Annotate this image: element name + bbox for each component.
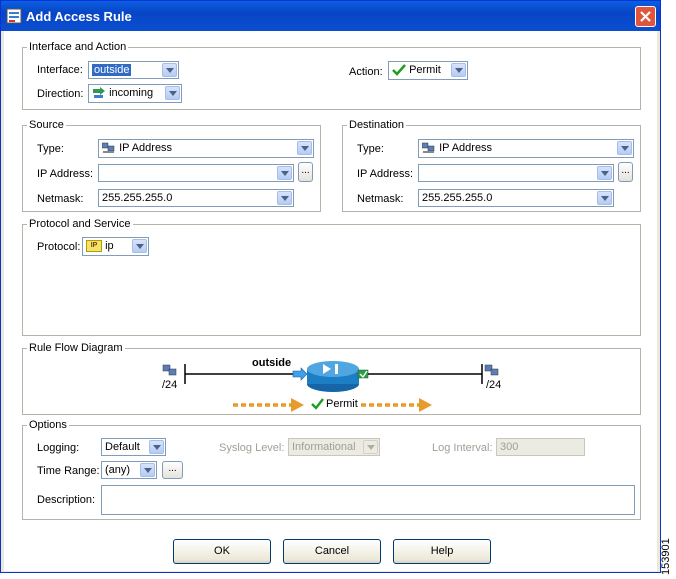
syslog-level-label: Syslog Level:: [219, 442, 285, 454]
chevron-down-icon[interactable]: [597, 191, 612, 205]
incoming-arrow-icon: [93, 87, 105, 99]
action-select[interactable]: Permit: [388, 61, 468, 80]
interface-value: outside: [92, 64, 132, 76]
source-ip-label: IP Address:: [37, 168, 94, 180]
destination-ip-select[interactable]: [418, 164, 614, 182]
action-label: Action:: [349, 66, 383, 78]
network-host-icon: [422, 142, 435, 154]
logging-value: Default: [105, 441, 140, 453]
permit-check-icon: [311, 398, 324, 410]
logging-label: Logging:: [37, 442, 80, 454]
flow-action-label: Permit: [326, 398, 358, 410]
time-range-browse-button[interactable]: ...: [162, 461, 183, 479]
source-ip-browse-button[interactable]: ...: [298, 162, 313, 182]
ip-protocol-icon: IP: [86, 240, 102, 253]
source-type-value: IP Address: [119, 142, 173, 154]
left-flow-arrowhead: [291, 398, 304, 412]
chevron-down-icon[interactable]: [297, 141, 312, 155]
chevron-down-icon[interactable]: [617, 141, 632, 155]
dialog-title: Add Access Rule: [26, 9, 132, 24]
destination-type-label: Type:: [357, 143, 384, 155]
syslog-level-value: Informational: [292, 441, 356, 453]
source-ip-select[interactable]: [98, 164, 294, 182]
right-network-icon: [484, 364, 499, 376]
description-label: Description:: [37, 494, 96, 506]
interface-action-group: Interface and Action Interface: outside …: [22, 41, 641, 110]
chevron-down-icon[interactable]: [162, 63, 177, 77]
chevron-down-icon[interactable]: [363, 440, 378, 454]
interface-name-label: outside: [252, 357, 292, 369]
chevron-down-icon[interactable]: [277, 191, 292, 205]
protocol-value: ip: [105, 240, 114, 252]
direction-label: Direction:: [37, 88, 84, 100]
chevron-down-icon[interactable]: [165, 86, 180, 100]
rule-icon: [6, 8, 22, 24]
dialog-body: Interface and Action Interface: outside …: [4, 31, 657, 571]
add-access-rule-dialog: Add Access Rule Interface and Action Int…: [0, 0, 661, 573]
source-type-label: Type:: [37, 143, 64, 155]
interface-arrow-icon: [292, 367, 308, 381]
chevron-down-icon[interactable]: [451, 63, 466, 77]
destination-ip-label: IP Address:: [357, 168, 414, 180]
log-interval-label: Log Interval:: [432, 442, 493, 454]
left-network-icon: [162, 364, 177, 376]
chevron-down-icon[interactable]: [132, 239, 147, 253]
close-icon: [640, 11, 651, 22]
check-icon: [392, 64, 406, 76]
options-legend: Options: [27, 419, 69, 431]
interface-action-legend: Interface and Action: [27, 41, 129, 53]
action-value: Permit: [409, 64, 441, 76]
log-interval-input[interactable]: 300: [496, 438, 585, 456]
destination-netmask-value: 255.255.255.0: [422, 192, 493, 204]
right-flow-arrowhead: [419, 398, 432, 412]
direction-value: incoming: [109, 87, 154, 99]
chevron-down-icon[interactable]: [140, 463, 155, 477]
destination-type-value: IP Address: [439, 142, 493, 154]
title-bar[interactable]: Add Access Rule: [1, 1, 660, 31]
source-netmask-label: Netmask:: [37, 193, 84, 205]
source-netmask-select[interactable]: 255.255.255.0: [98, 189, 294, 207]
source-type-select[interactable]: IP Address: [98, 139, 314, 158]
rule-flow-group: Rule Flow Diagram /24 /24 outside Permit: [22, 342, 641, 415]
chevron-down-icon[interactable]: [597, 166, 612, 180]
permit-marker-icon: [357, 369, 369, 379]
description-input[interactable]: [101, 485, 635, 515]
destination-ip-browse-button[interactable]: ...: [618, 162, 633, 182]
destination-type-select[interactable]: IP Address: [418, 139, 634, 158]
direction-select[interactable]: incoming: [88, 84, 182, 103]
source-group: Source Type: IP Address IP Address: ... …: [22, 119, 321, 212]
cancel-button[interactable]: Cancel: [283, 539, 381, 564]
close-button[interactable]: [635, 6, 656, 27]
chevron-down-icon[interactable]: [149, 440, 164, 454]
network-host-icon: [102, 142, 115, 154]
right-prefix-label: /24: [486, 379, 502, 391]
destination-netmask-label: Netmask:: [357, 193, 404, 205]
source-netmask-value: 255.255.255.0: [102, 192, 173, 204]
help-button[interactable]: Help: [393, 539, 491, 564]
ok-button[interactable]: OK: [173, 539, 271, 564]
destination-netmask-select[interactable]: 255.255.255.0: [418, 189, 614, 207]
source-legend: Source: [27, 119, 66, 131]
time-range-select[interactable]: (any): [101, 461, 157, 479]
protocol-service-legend: Protocol and Service: [27, 218, 133, 230]
time-range-value: (any): [105, 464, 131, 476]
syslog-level-select[interactable]: Informational: [288, 438, 380, 456]
protocol-label: Protocol:: [37, 241, 81, 253]
logging-select[interactable]: Default: [101, 438, 166, 456]
destination-legend: Destination: [347, 119, 407, 131]
interface-label: Interface:: [37, 64, 83, 76]
chevron-down-icon[interactable]: [277, 166, 292, 180]
options-group: Options Logging: Default Syslog Level: I…: [22, 419, 641, 520]
interface-select[interactable]: outside: [88, 61, 179, 79]
log-interval-value: 300: [500, 441, 519, 453]
destination-group: Destination Type: IP Address IP Address:…: [342, 119, 641, 212]
protocol-select[interactable]: IP ip: [82, 237, 149, 256]
protocol-service-group: Protocol and Service Protocol: IP ip: [22, 218, 641, 336]
time-range-label: Time Range:: [37, 465, 100, 477]
left-prefix-label: /24: [162, 379, 178, 391]
router-icon: [307, 361, 359, 392]
figure-id-label: 153901: [660, 538, 672, 575]
